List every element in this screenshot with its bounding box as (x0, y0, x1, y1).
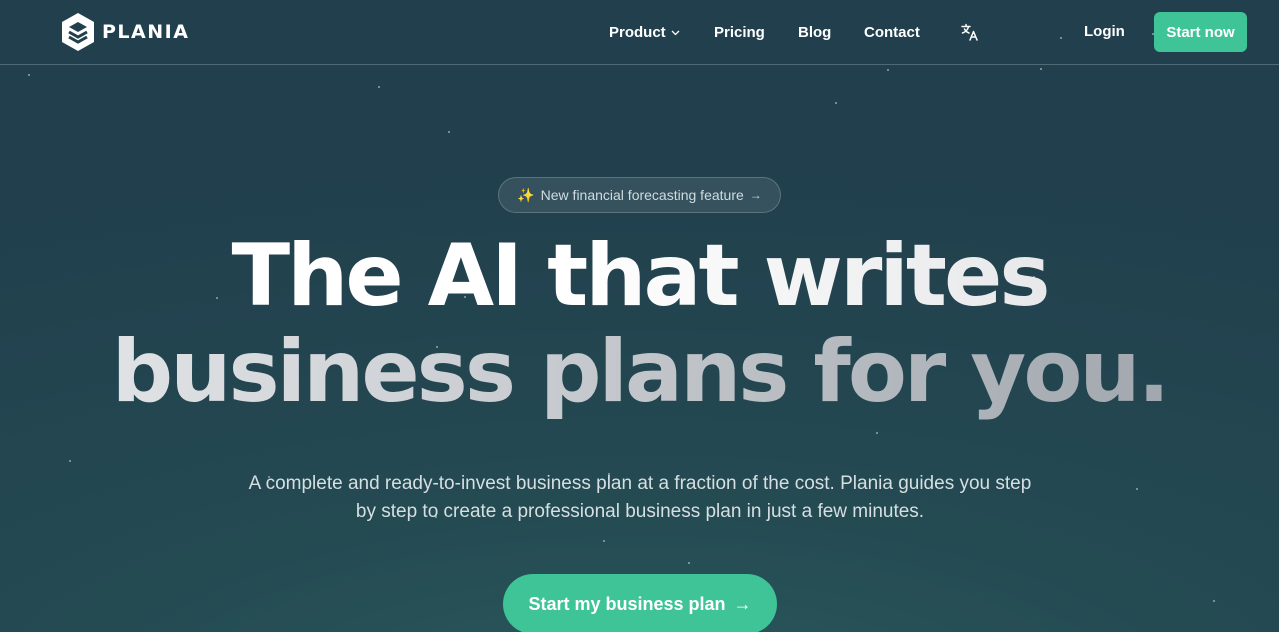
arrow-right-icon: → (733, 593, 752, 614)
cta-label: Start my business plan (528, 593, 726, 614)
feature-announcement-badge[interactable]: ✨ New financial forecasting feature → (498, 177, 781, 213)
start-business-plan-button[interactable]: Start my business plan → (503, 574, 777, 632)
brand-name: PLANIA (102, 21, 190, 43)
login-link[interactable]: Login (1084, 22, 1125, 42)
top-navbar: PLANIA Product Pricing Blog Contact Logi… (0, 0, 1279, 65)
stacked-layers-logo-icon (62, 13, 94, 51)
headline-line-1: The AI that writes (0, 228, 1279, 324)
chevron-down-icon (671, 30, 680, 36)
hero-subtitle: A complete and ready-to-invest business … (248, 473, 1032, 522)
nav-product[interactable]: Product (609, 23, 680, 43)
nav-contact[interactable]: Contact (864, 23, 920, 43)
arrow-right-icon: → (749, 188, 762, 202)
sparkles-icon: ✨ (517, 186, 535, 203)
headline-line-2: business plans for you. (0, 324, 1279, 420)
hero-headline: The AI that writes business plans for yo… (0, 228, 1279, 420)
nav-pricing[interactable]: Pricing (714, 23, 765, 43)
badge-label: New financial forecasting feature (540, 187, 744, 203)
brand-logo[interactable]: PLANIA (60, 12, 189, 52)
nav-product-label: Product (609, 24, 666, 41)
translate-icon[interactable] (961, 23, 979, 41)
start-now-button[interactable]: Start now (1154, 12, 1247, 52)
nav-blog[interactable]: Blog (798, 23, 831, 43)
